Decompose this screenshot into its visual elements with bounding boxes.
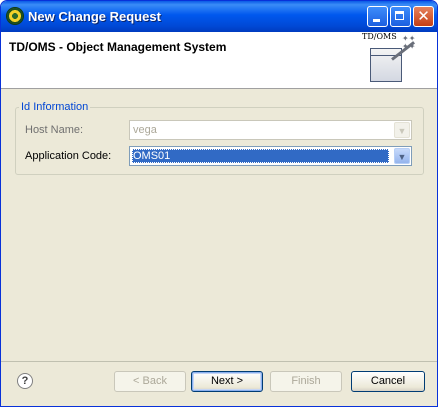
minimize-button[interactable] (367, 6, 388, 27)
title-bar[interactable]: New Change Request ✕ (1, 1, 437, 32)
host-name-label: Host Name: (25, 124, 84, 136)
window-title: New Change Request (28, 9, 161, 24)
chevron-down-icon[interactable]: ▼ (394, 148, 410, 164)
application-code-label: Application Code: (25, 150, 112, 162)
host-name-value: vega (133, 124, 157, 136)
cancel-button[interactable]: Cancel (351, 371, 425, 392)
host-name-combo: vega ▼ (129, 120, 412, 140)
next-button[interactable]: Next > (191, 371, 263, 392)
help-icon[interactable]: ? (17, 373, 33, 389)
group-title: Id Information (19, 101, 91, 113)
finish-button[interactable]: Finish (270, 371, 342, 392)
application-code-combo[interactable]: OMS01 ▼ (129, 146, 412, 166)
sparkle-icon: ✦✦ ✦✦ (402, 34, 416, 51)
close-icon: ✕ (417, 8, 430, 25)
chevron-down-icon: ▼ (394, 122, 410, 138)
application-code-value[interactable]: OMS01 (132, 149, 389, 163)
banner-label: TD/OMS (362, 32, 397, 41)
wizard-wand-icon: TD/OMS ✦✦ ✦✦ (356, 32, 420, 84)
minimize-icon (373, 19, 380, 22)
footer-divider (1, 361, 437, 362)
maximize-button[interactable] (390, 6, 411, 27)
close-button[interactable]: ✕ (413, 6, 434, 27)
dialog-window: New Change Request ✕ TD/OMS - Object Man… (0, 0, 438, 407)
wizard-header: TD/OMS - Object Management System TD/OMS… (1, 32, 437, 89)
maximize-icon (395, 11, 404, 20)
page-title: TD/OMS - Object Management System (9, 40, 227, 54)
back-button[interactable]: < Back (114, 371, 186, 392)
app-logo-icon (7, 8, 23, 24)
